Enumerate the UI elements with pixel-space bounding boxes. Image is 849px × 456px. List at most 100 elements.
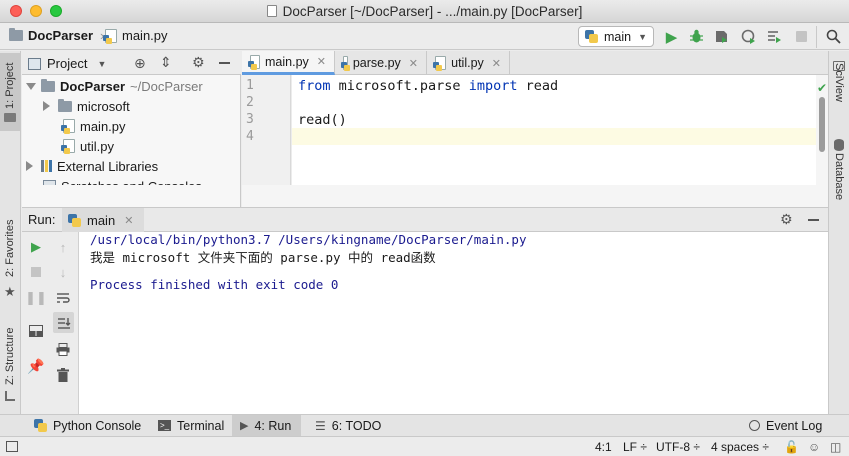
tab-main-py[interactable]: main.py ✕ <box>242 51 335 75</box>
print-icon[interactable] <box>54 340 72 358</box>
breadcrumb-file[interactable]: main.py <box>103 28 168 44</box>
chevron-down-icon <box>26 82 36 90</box>
notifications-icon[interactable]: ◫ <box>830 440 841 454</box>
profile-icon[interactable] <box>740 28 757 45</box>
line-number: 4 <box>246 129 254 144</box>
trash-icon[interactable] <box>54 366 72 384</box>
python-file-icon <box>61 119 75 134</box>
project-view-label: Project <box>47 56 88 71</box>
window-title-text: DocParser [~/DocParser] - .../main.py [D… <box>282 4 583 19</box>
run-with-coverage-icon[interactable] <box>713 28 730 45</box>
tab-label: Event Log <box>766 418 823 433</box>
star-icon: ★ <box>4 284 16 299</box>
tab-label: 4: Run <box>254 418 292 433</box>
status-bar: 4:1 LF ÷ UTF-8 ÷ 4 spaces ÷ 🔓 ☺ ◫ <box>0 436 849 456</box>
python-file-icon <box>61 139 75 154</box>
library-icon <box>41 160 52 172</box>
line-number-gutter: 1 2 3 4 <box>242 75 291 185</box>
stop-icon[interactable] <box>27 263 45 281</box>
rerun-icon[interactable]: ▶ <box>27 238 45 256</box>
concurrency-diagram-icon[interactable] <box>766 28 783 45</box>
lock-icon[interactable]: 🔓 <box>784 440 799 454</box>
scroll-to-end-icon[interactable] <box>53 312 74 333</box>
line-number: 1 <box>246 78 254 93</box>
locate-file-icon[interactable]: ⊕ <box>134 55 146 72</box>
project-view-select[interactable]: Project ▼ <box>28 56 106 71</box>
run-tab-main[interactable]: main ✕ <box>62 208 144 232</box>
run-configuration-select[interactable]: main ▼ <box>578 26 654 47</box>
stop-icon[interactable] <box>793 28 810 45</box>
down-arrow-icon[interactable]: ↓ <box>54 263 72 281</box>
tree-item-label: DocParser <box>60 78 126 94</box>
tab-todo[interactable]: ☰ 6: TODO <box>307 415 389 436</box>
python-file-icon <box>103 28 117 44</box>
run-icon: ▶ <box>240 420 249 432</box>
code-line-3: read() <box>298 112 347 128</box>
close-tab-icon[interactable]: ✕ <box>409 57 418 70</box>
python-file-icon <box>341 56 350 71</box>
restore-layout-icon[interactable] <box>27 322 45 340</box>
hide-panel-icon[interactable] <box>808 219 819 221</box>
editor-tab-bar: main.py ✕ parse.py ✕ util.py ✕ <box>242 51 828 75</box>
checkmark-icon: ✔ <box>817 81 828 95</box>
tree-item-label: External Libraries <box>57 158 159 174</box>
tab-python-console[interactable]: Python Console <box>26 415 149 436</box>
close-tab-icon[interactable]: ✕ <box>492 57 501 70</box>
console-line: 我是 microsoft 文件夹下面的 parse.py 中的 read函数 <box>90 250 436 265</box>
todo-list-icon: ☰ <box>315 418 326 433</box>
inspector-icon[interactable]: ☺ <box>808 440 820 454</box>
tab-event-log[interactable]: Event Log <box>741 415 830 436</box>
gear-icon[interactable]: ⚙ <box>780 211 793 228</box>
tab-label: 6: TODO <box>331 418 382 433</box>
tree-item-external-libraries[interactable]: External Libraries <box>26 156 158 176</box>
hide-pane-icon[interactable] <box>219 62 230 64</box>
breadcrumb-project[interactable]: DocParser › <box>9 28 104 43</box>
tab-util-py[interactable]: util.py ✕ <box>427 51 510 75</box>
console-line: /usr/local/bin/python3.7 /Users/kingname… <box>90 232 527 247</box>
tree-item-label: util.py <box>80 138 114 154</box>
close-tab-icon[interactable]: ✕ <box>124 214 133 227</box>
tab-parse-py[interactable]: parse.py ✕ <box>335 51 427 75</box>
code-editor[interactable]: from microsoft.parse import read read() <box>292 75 816 185</box>
tree-item-main-py[interactable]: main.py <box>61 116 126 136</box>
terminal-icon: >_ <box>158 420 171 431</box>
tree-item-docparser[interactable]: DocParser ~/DocParser <box>26 76 203 96</box>
close-tab-icon[interactable]: ✕ <box>317 55 326 68</box>
scrollbar-thumb[interactable] <box>819 97 825 152</box>
pause-icon[interactable]: ❚❚ <box>25 289 47 307</box>
encoding-select[interactable]: UTF-8 ÷ <box>656 440 700 454</box>
line-separator-select[interactable]: LF ÷ <box>623 440 647 454</box>
sciview-icon <box>833 61 845 71</box>
editor-empty-area <box>242 185 828 207</box>
debug-icon[interactable] <box>688 28 705 45</box>
tab-label: main.py <box>265 54 309 69</box>
breadcrumb-file-label: main.py <box>122 28 168 43</box>
package-folder-icon <box>58 98 72 112</box>
pin-icon[interactable]: 📌 <box>27 357 45 375</box>
soft-wrap-icon[interactable] <box>54 289 72 307</box>
editor-scrollbar[interactable]: ✔ <box>816 75 828 185</box>
gear-icon[interactable]: ⚙ <box>192 54 205 71</box>
run-icon[interactable]: ▶ <box>663 28 680 46</box>
project-pane-header: Project ▼ ⊕ ⇕ ⚙ <box>22 51 241 75</box>
tab-run[interactable]: ▶ 4: Run <box>232 415 301 436</box>
structure-icon <box>5 391 15 401</box>
console-output[interactable]: /usr/local/bin/python3.7 /Users/kingname… <box>79 232 828 414</box>
caret-position[interactable]: 4:1 <box>595 440 612 454</box>
collapse-all-icon[interactable]: ⇕ <box>160 54 172 71</box>
tree-item-microsoft[interactable]: microsoft <box>43 96 130 116</box>
tab-terminal[interactable]: >_ Terminal <box>150 415 232 436</box>
tree-item-label: microsoft <box>77 98 130 114</box>
run-toolbar: ▶ ↑ ↓ ❚❚ 📌 <box>22 232 79 414</box>
console-line: Process finished with exit code 0 <box>90 277 339 292</box>
python-icon <box>68 213 81 227</box>
tree-item-util-py[interactable]: util.py <box>61 136 114 156</box>
folder-icon <box>9 28 23 41</box>
indent-select[interactable]: 4 spaces ÷ <box>711 440 769 454</box>
search-icon[interactable] <box>825 28 842 45</box>
toggle-tool-windows-icon[interactable] <box>6 441 18 452</box>
python-file-icon <box>248 54 260 70</box>
tab-label: Python Console <box>53 418 142 433</box>
up-arrow-icon[interactable]: ↑ <box>54 238 72 256</box>
right-tool-strip: SciView Database <box>828 51 849 414</box>
